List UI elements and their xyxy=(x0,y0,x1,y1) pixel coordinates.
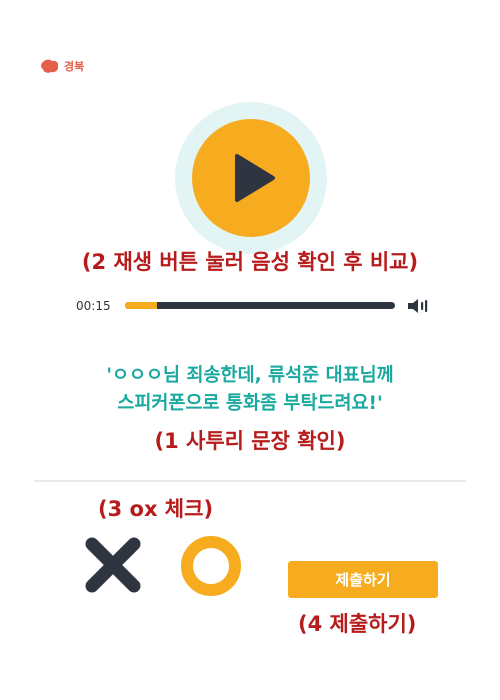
sentence-line-2: 스피커폰으로 통화좀 부탁드려요!' xyxy=(117,393,383,414)
section-divider xyxy=(34,480,466,482)
current-time: 00:15 xyxy=(76,299,111,313)
dialect-sentence: 'ㅇㅇㅇ님 죄송한데, 류석준 대표님께 스피커폰으로 통화좀 부탁드려요!' xyxy=(0,362,500,418)
ox-instruction-note: (3 ox 체크) xyxy=(98,497,214,521)
logo-icon xyxy=(41,59,59,73)
submit-instruction-note: (4 제출하기) xyxy=(298,612,417,636)
audio-progress-bar[interactable] xyxy=(125,302,395,309)
play-instruction-note: (2 재생 버튼 눌러 음성 확인 후 비교) xyxy=(81,250,419,274)
play-button[interactable] xyxy=(192,119,310,237)
sentence-line-1: 'ㅇㅇㅇ님 죄송한데, 류석준 대표님께 xyxy=(106,365,394,386)
audio-progress-fill xyxy=(125,302,158,309)
x-mark-icon[interactable] xyxy=(84,536,142,594)
play-icon xyxy=(235,154,275,202)
app-logo: 경북 xyxy=(40,58,84,74)
o-circle-icon[interactable] xyxy=(180,535,242,597)
logo-text: 경북 xyxy=(64,60,85,73)
submit-button[interactable]: 제출하기 xyxy=(288,561,438,598)
volume-icon[interactable] xyxy=(406,297,430,315)
sentence-instruction-note: (1 사투리 문장 확인) xyxy=(154,429,346,453)
